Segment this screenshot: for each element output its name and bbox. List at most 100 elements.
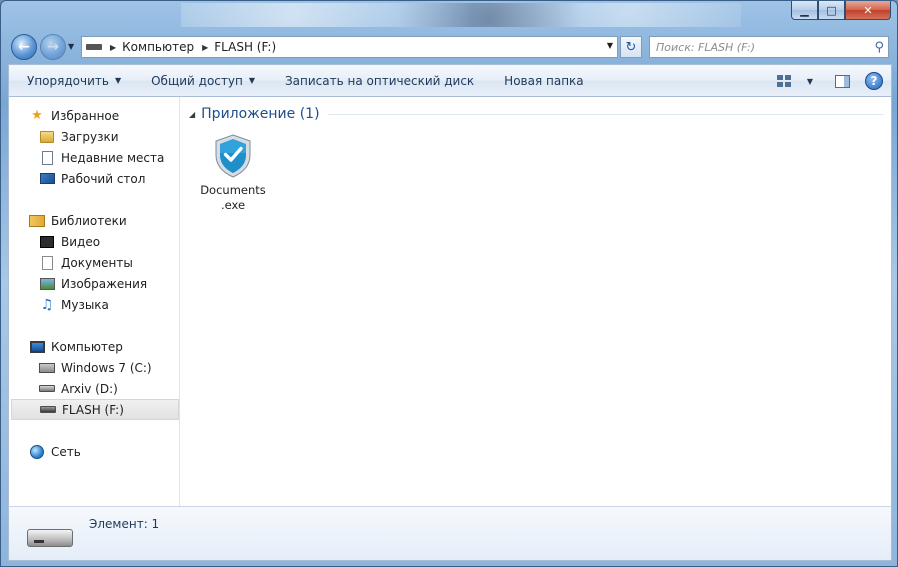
computer-icon	[29, 339, 45, 355]
sidebar-item-label: Музыка	[61, 297, 109, 312]
organize-label: Упорядочить	[27, 73, 109, 88]
pictures-library-icon	[39, 276, 55, 292]
forward-arrow-icon: →	[47, 39, 59, 55]
chevron-right-icon[interactable]: ▶	[202, 43, 208, 52]
file-name-line2: .exe	[220, 198, 246, 212]
collapse-triangle-icon[interactable]: ◢	[189, 110, 195, 119]
libraries-icon	[29, 213, 45, 229]
sidebar-item-label: Рабочий стол	[61, 171, 146, 186]
sidebar-item-network[interactable]: Сеть	[9, 441, 179, 462]
drive-icon	[86, 44, 102, 50]
close-button[interactable]: ✕	[845, 1, 891, 20]
organize-button[interactable]: Упорядочить ▼	[9, 74, 121, 88]
sidebar-item-label: Библиотеки	[51, 213, 127, 228]
chevron-down-icon[interactable]: ▼	[607, 41, 613, 50]
chevron-right-icon[interactable]: ▶	[110, 43, 116, 52]
preview-pane-icon	[834, 74, 850, 88]
removable-drive-icon	[27, 529, 73, 547]
sidebar-item-label: Видео	[61, 234, 101, 249]
close-icon: ✕	[863, 3, 873, 17]
sidebar-item-label: Компьютер	[51, 339, 123, 354]
minimize-button[interactable]: ▁	[791, 1, 818, 20]
recent-pages-dropdown[interactable]: ▼	[68, 42, 74, 51]
burn-button[interactable]: Записать на оптический диск	[267, 74, 474, 88]
refresh-button[interactable]: ↻	[620, 36, 642, 58]
chevron-down-icon: ▼	[806, 76, 814, 86]
change-view-button[interactable]	[775, 72, 793, 90]
sidebar-item-label: Недавние места	[61, 150, 165, 165]
caption-buttons: ▁ □ ✕	[791, 1, 891, 20]
sidebar-item-drive-d[interactable]: Arxiv (D:)	[9, 378, 179, 399]
sidebar-item-drive-f[interactable]: FLASH (F:)	[11, 399, 179, 420]
views-icon	[777, 75, 791, 87]
recent-places-icon	[39, 150, 55, 166]
sidebar-item-drive-c[interactable]: Windows 7 (C:)	[9, 357, 179, 378]
chevron-down-icon: ▼	[248, 76, 255, 85]
sidebar-item-label: Изображения	[61, 276, 148, 291]
sidebar-item-label: Arxiv (D:)	[61, 381, 118, 396]
command-bar: Упорядочить ▼ Общий доступ ▼ Записать на…	[8, 64, 892, 97]
search-placeholder: Поиск: FLASH (F:)	[656, 40, 755, 54]
new-folder-label: Новая папка	[504, 73, 584, 88]
chevron-down-icon: ▼	[114, 76, 122, 85]
file-item-documents-exe[interactable]: Documents .exe	[197, 133, 269, 213]
navigation-bar: ← → ▼ ▶ Компьютер ▶ FLASH (F:) ▼ ↻ Поиск…	[9, 32, 893, 62]
window-frame: ▁ □ ✕ ← → ▼ ▶ Компьютер ▶ FLASH (F:) ▼ ↻…	[0, 0, 898, 567]
back-button[interactable]: ←	[11, 34, 37, 60]
group-divider	[327, 113, 884, 115]
sidebar-item-libraries[interactable]: Библиотеки	[9, 210, 179, 231]
help-button[interactable]: ?	[865, 72, 883, 90]
sidebar-item-label: Документы	[61, 255, 133, 270]
sidebar-item-label: Загрузки	[61, 129, 119, 144]
group-header[interactable]: ◢ Приложение (1)	[189, 106, 884, 122]
sidebar-item-label: Windows 7 (C:)	[61, 360, 152, 375]
file-list-pane[interactable]: ◢ Приложение (1) Documents .exe	[181, 97, 892, 506]
maximize-icon: □	[826, 3, 837, 17]
sidebar-item-label: Избранное	[51, 108, 120, 123]
shield-app-icon	[213, 133, 253, 179]
sidebar-item-pictures[interactable]: Изображения	[9, 273, 179, 294]
music-library-icon: ♫	[40, 296, 54, 313]
maximize-button[interactable]: □	[818, 1, 845, 20]
hard-drive-icon	[39, 381, 55, 397]
sidebar-item-label: Сеть	[51, 444, 81, 459]
navigation-pane: ★ Избранное Загрузки Недавние места Рабо…	[9, 97, 180, 506]
network-icon	[29, 444, 45, 460]
burn-label: Записать на оптический диск	[284, 73, 475, 88]
share-label: Общий доступ	[151, 73, 243, 88]
details-pane: Элемент: 1	[8, 506, 892, 561]
sidebar-item-music[interactable]: ♫ Музыка	[9, 294, 179, 315]
sidebar-item-favorites[interactable]: ★ Избранное	[9, 105, 179, 126]
desktop-icon	[39, 171, 55, 187]
group-title: Приложение (1)	[201, 106, 320, 122]
search-icon[interactable]: ⚲	[874, 40, 884, 55]
new-folder-button[interactable]: Новая папка	[486, 74, 583, 88]
file-name-line1: Documents	[200, 183, 266, 197]
star-icon: ★	[31, 108, 43, 123]
downloads-folder-icon	[39, 129, 55, 145]
sidebar-item-downloads[interactable]: Загрузки	[9, 126, 179, 147]
breadcrumb-computer[interactable]: Компьютер	[122, 40, 194, 54]
toolbar-right-group: ▼ ?	[761, 72, 883, 90]
sidebar-item-computer[interactable]: Компьютер	[9, 336, 179, 357]
system-drive-icon	[39, 360, 55, 376]
sidebar-item-video[interactable]: Видео	[9, 231, 179, 252]
preview-pane-button[interactable]	[833, 72, 851, 90]
address-bar[interactable]: ▶ Компьютер ▶ FLASH (F:) ▼	[81, 36, 618, 58]
documents-library-icon	[39, 255, 55, 271]
view-options-dropdown[interactable]: ▼	[801, 72, 819, 90]
breadcrumb-flash[interactable]: FLASH (F:)	[214, 40, 276, 54]
search-input[interactable]: Поиск: FLASH (F:) ⚲	[649, 36, 889, 58]
video-library-icon	[39, 234, 55, 250]
minimize-icon: ▁	[800, 3, 809, 17]
forward-button[interactable]: →	[40, 34, 66, 60]
help-icon: ?	[870, 74, 878, 88]
sidebar-item-desktop[interactable]: Рабочий стол	[9, 168, 179, 189]
content-area: ★ Избранное Загрузки Недавние места Рабо…	[8, 97, 892, 506]
share-button[interactable]: Общий доступ ▼	[133, 74, 255, 88]
sidebar-item-documents[interactable]: Документы	[9, 252, 179, 273]
back-arrow-icon: ←	[18, 39, 30, 55]
item-count: Элемент: 1	[89, 517, 160, 531]
sidebar-item-recent-places[interactable]: Недавние места	[9, 147, 179, 168]
refresh-icon: ↻	[625, 39, 637, 55]
